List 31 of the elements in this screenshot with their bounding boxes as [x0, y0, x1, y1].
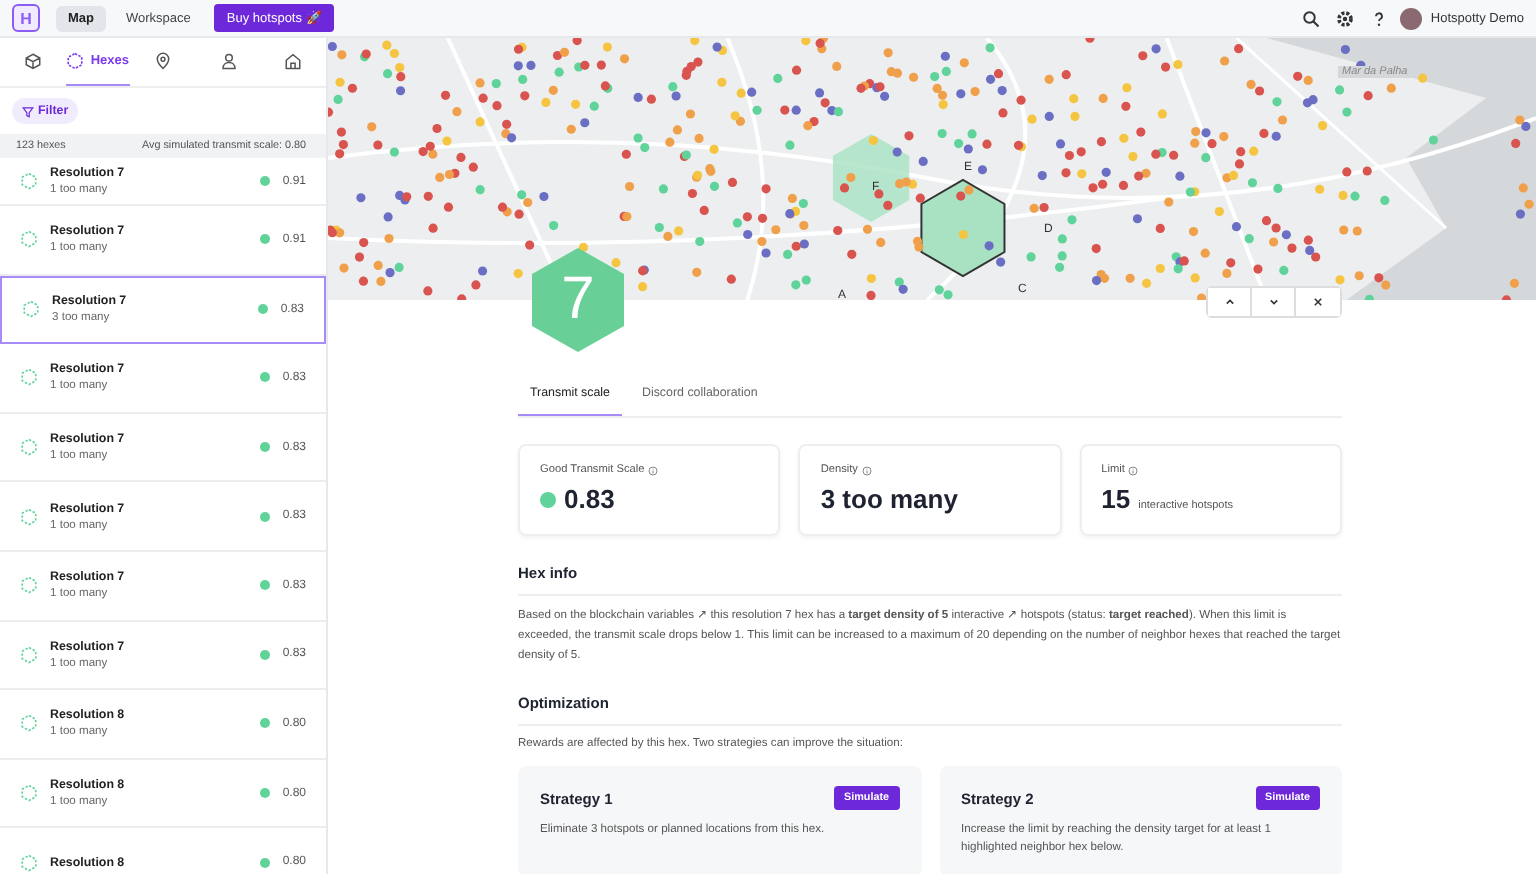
close-icon [1310, 294, 1326, 310]
metric-value: 0.83 [564, 484, 615, 514]
chevron-up-icon [1221, 294, 1237, 310]
info-icon[interactable] [648, 465, 659, 475]
info-icon[interactable] [1128, 465, 1139, 475]
help-icon[interactable] [1370, 9, 1389, 27]
metric-value: 3 too many [820, 484, 958, 514]
hexagon-icon [20, 230, 38, 249]
hexagon-icon [20, 368, 38, 387]
hexagon-icon [20, 714, 38, 733]
settings-icon[interactable] [1336, 9, 1355, 27]
avatar-icon[interactable] [1400, 7, 1423, 29]
hexagon-icon [22, 300, 40, 319]
search-icon[interactable] [1302, 9, 1321, 27]
metric-value: 15 [1101, 484, 1131, 514]
app-logo[interactable]: H [12, 4, 40, 32]
home-icon [284, 52, 303, 70]
hexagon-icon [20, 507, 38, 526]
hexagon-icon [20, 853, 38, 872]
person-icon [219, 52, 238, 70]
location-pin-icon [153, 52, 172, 70]
hexagon-icon [20, 438, 38, 457]
hexagon-icon [66, 52, 85, 70]
hexagon-icon [20, 172, 38, 190]
hexagon-icon [20, 645, 38, 664]
hexagon-icon [20, 576, 38, 595]
chevron-down-icon [1265, 294, 1281, 310]
cube-icon [23, 52, 42, 70]
filter-icon [22, 105, 34, 117]
info-icon[interactable] [861, 465, 872, 475]
hexagon-icon [20, 784, 38, 803]
